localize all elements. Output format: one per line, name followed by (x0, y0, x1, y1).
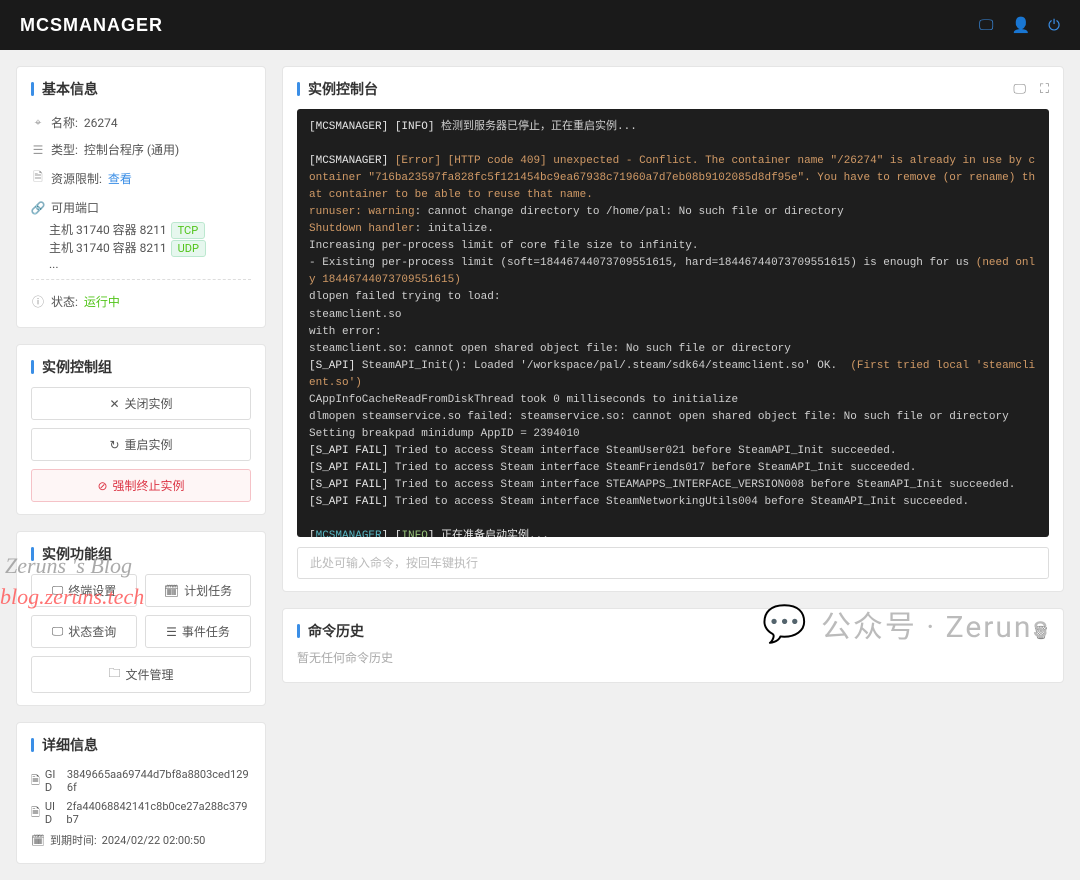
info-icon: ⓘ (31, 293, 45, 310)
logo: MCSMANAGER (20, 15, 163, 36)
user-icon[interactable]: 👤 (1011, 16, 1030, 34)
history-empty: 暂无任何命令历史 (297, 645, 1049, 670)
restart-button[interactable]: ↻重启实例 (31, 428, 251, 461)
trash-icon[interactable]: 🗑 (1032, 626, 1049, 641)
event-icon: ☰ (166, 625, 177, 639)
control-card: 实例控制组 ✕关闭实例 ↻重启实例 ⊘强制终止实例 (16, 344, 266, 515)
header-actions: 🖵 👤 ⏻ (979, 16, 1060, 34)
term-button[interactable]: 🖵终端设置 (31, 574, 137, 607)
function-title: 实例功能组 (31, 544, 251, 564)
udp-tag: UDP (171, 240, 206, 257)
screen-icon[interactable]: 🖵 (1013, 82, 1026, 97)
fullscreen-icon[interactable]: ⛶ (1040, 82, 1049, 97)
link-icon: 🔗 (31, 201, 45, 215)
basic-info-title: 基本信息 (31, 79, 251, 99)
function-card: 实例功能组 🖵终端设置 🗓计划任务 🖵状态查询 ☰事件任务 🗀文件管理 (16, 531, 266, 706)
status-button[interactable]: 🖵状态查询 (31, 615, 137, 648)
list-icon: ☰ (31, 143, 45, 157)
power-icon[interactable]: ⏻ (1048, 16, 1060, 34)
console-title: 实例控制台 (297, 79, 378, 99)
doc-icon: 🗎 (31, 772, 40, 791)
monitor-icon: 🖵 (52, 624, 64, 639)
folder-icon: 🗀 (108, 664, 120, 685)
tag-icon: ⌖ (31, 115, 45, 130)
monitor-icon[interactable]: 🖵 (979, 16, 993, 34)
sched-button[interactable]: 🗓计划任务 (145, 574, 251, 607)
console-card: 实例控制台 🖵 ⛶ [MCSMANAGER] [INFO] 检测到服务器已停止，… (282, 66, 1064, 592)
history-title: 命令历史 (297, 621, 364, 641)
doc-icon: 🗎 (31, 168, 45, 189)
detail-card: 详细信息 🗎GID 3849665aa69744d7bf8a8803ced129… (16, 722, 266, 864)
view-limit-link[interactable]: 查看 (108, 170, 132, 187)
history-card: 命令历史 🗑 暂无任何命令历史 (282, 608, 1064, 683)
file-button[interactable]: 🗀文件管理 (31, 656, 251, 693)
terminal-icon: 🖵 (52, 583, 64, 598)
console-output[interactable]: [MCSMANAGER] [INFO] 检测到服务器已停止，正在重启实例... … (297, 109, 1049, 537)
control-title: 实例控制组 (31, 357, 251, 377)
stop-icon: ⊘ (97, 479, 107, 493)
basic-info-card: 基本信息 ⌖名称: 26274 ☰类型: 控制台程序 (通用) 🗎资源限制: 查… (16, 66, 266, 328)
calendar-icon: 🗓 (31, 834, 45, 847)
calendar-icon: 🗓 (164, 584, 179, 598)
reload-icon: ↻ (109, 438, 119, 452)
event-button[interactable]: ☰事件任务 (145, 615, 251, 648)
command-input[interactable] (297, 547, 1049, 579)
kill-button[interactable]: ⊘强制终止实例 (31, 469, 251, 502)
doc-icon: 🗎 (31, 804, 40, 823)
app-header: MCSMANAGER 🖵 👤 ⏻ (0, 0, 1080, 50)
close-button[interactable]: ✕关闭实例 (31, 387, 251, 420)
close-icon: ✕ (109, 397, 119, 411)
tcp-tag: TCP (171, 222, 206, 239)
detail-title: 详细信息 (31, 735, 251, 755)
status-value: 运行中 (84, 293, 120, 310)
